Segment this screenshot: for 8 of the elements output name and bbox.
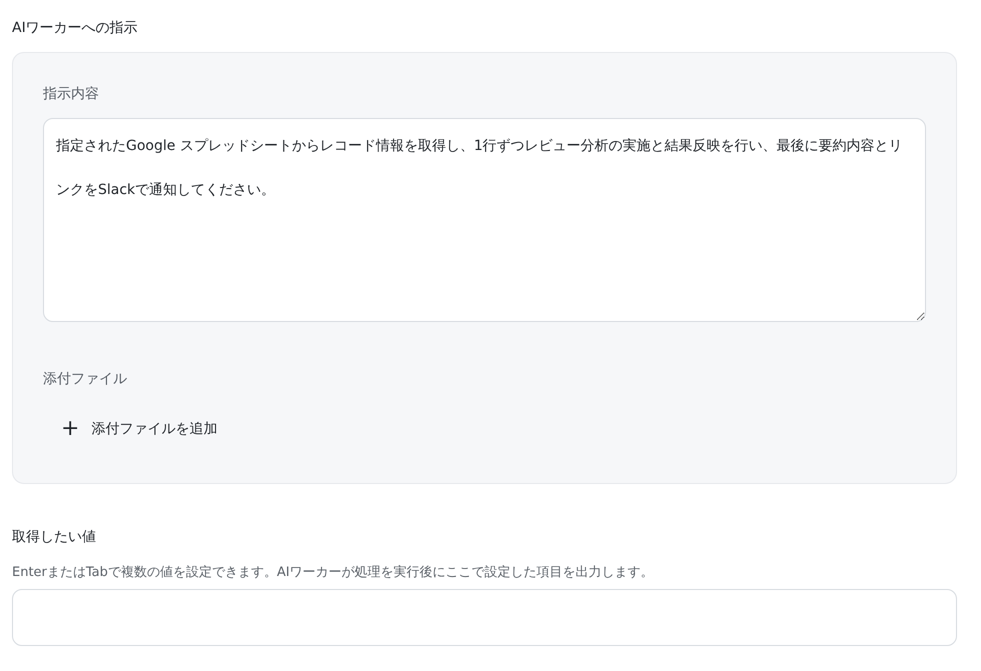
help-text: EnterまたはTabで複数の値を設定できます。AIワーカーが処理を実行後にここで設定した項目を出力します。: [12, 564, 655, 582]
instruction-textarea[interactable]: 指定されたGoogle スプレッドシートからレコード情報を取得し、1行ずつレビュー分析の実施と結果反映を行い、最後に要約内容とリンクをSlackで通知してください。: [43, 118, 926, 322]
values-input-field[interactable]: [12, 589, 957, 646]
section-title: AIワーカーへの指示: [12, 19, 139, 38]
add-attachment-button[interactable]: + 添付ファイルを追加: [55, 415, 224, 443]
field-label: 添付ファイル: [43, 370, 127, 389]
field-label: 指示内容: [43, 85, 99, 104]
section-title: 取得したい値: [12, 528, 97, 547]
